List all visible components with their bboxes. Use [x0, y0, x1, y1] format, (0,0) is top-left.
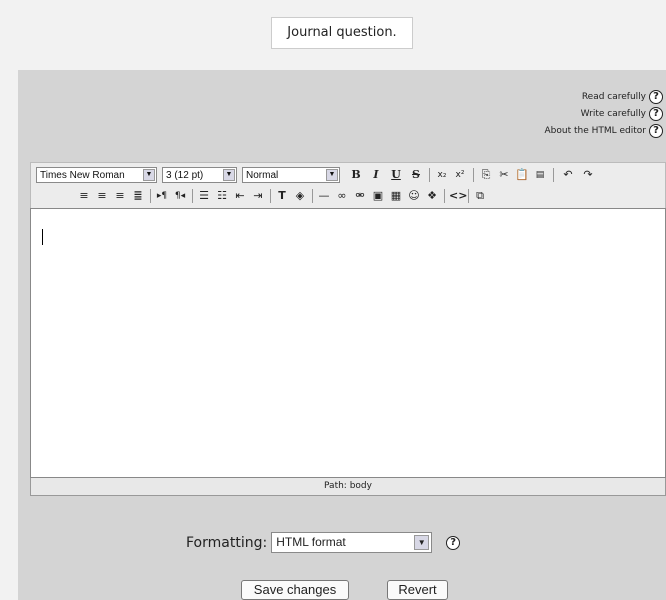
help-links: Read carefully? Write carefully? About t… [545, 88, 663, 139]
image-icon[interactable]: ▣ [371, 188, 385, 204]
copy-icon[interactable]: ⎘ [479, 167, 493, 183]
toolbar-separator [429, 168, 430, 182]
help-link-read[interactable]: Read carefully [582, 92, 646, 102]
toolbar-separator [312, 189, 313, 203]
outdent-icon[interactable]: ⇤ [233, 188, 247, 204]
formatting-label: Formatting: [186, 534, 268, 551]
text-caret [42, 229, 43, 245]
font-family-select[interactable]: Times New Roman ▼ [36, 167, 157, 183]
path-bar: Path: body [30, 478, 666, 496]
special-char-icon[interactable]: ❖ [425, 188, 439, 204]
html-source-icon[interactable]: <> [449, 188, 467, 204]
link-icon[interactable]: ∞ [335, 188, 349, 204]
toolbar-separator [468, 189, 469, 203]
smiley-icon[interactable]: ☺ [407, 188, 421, 204]
editor-panel: Read carefully? Write carefully? About t… [18, 70, 666, 600]
block-format-select[interactable]: Normal ▼ [242, 167, 340, 183]
formatting-row: Formatting: HTML format ▼ ? [186, 532, 461, 553]
help-link-write[interactable]: Write carefully [581, 109, 646, 119]
html-editor: Times New Roman ▼ 3 (12 pt) ▼ Normal ▼ B I … [30, 162, 666, 512]
unordered-list-icon[interactable]: ☷ [215, 188, 229, 204]
font-size-select[interactable]: 3 (12 pt) ▼ [162, 167, 237, 183]
rtl-icon[interactable]: ¶◂ [173, 188, 187, 204]
help-icon[interactable]: ? [649, 106, 663, 121]
formatting-value: HTML format [276, 535, 346, 549]
toolbar-separator [473, 168, 474, 182]
paste-word-icon[interactable]: ▤ [533, 167, 547, 183]
revert-button[interactable]: Revert [387, 580, 448, 600]
help-icon[interactable]: ? [649, 123, 663, 138]
subscript-icon[interactable]: x₂ [435, 167, 449, 183]
underline-icon[interactable]: U [389, 167, 403, 183]
fullscreen-icon[interactable]: ⧉ [473, 188, 487, 204]
unlink-icon[interactable]: ⚮ [353, 188, 367, 204]
toolbar-separator [192, 189, 193, 203]
save-changes-button[interactable]: Save changes [241, 580, 349, 600]
toolbar-separator [553, 168, 554, 182]
justify-icon[interactable]: ≣ [131, 188, 145, 204]
undo-icon[interactable]: ↶ [561, 167, 575, 183]
toolbar-separator [270, 189, 271, 203]
chevron-down-icon: ▼ [143, 169, 155, 181]
italic-icon[interactable]: I [369, 167, 383, 183]
toolbar-separator [444, 189, 445, 203]
chevron-down-icon: ▼ [414, 535, 430, 550]
help-link-html-editor[interactable]: About the HTML editor [545, 126, 647, 136]
help-icon[interactable]: ? [446, 535, 461, 550]
horizontal-rule-icon[interactable]: — [317, 188, 331, 204]
help-icon[interactable]: ? [649, 89, 663, 104]
formatting-select[interactable]: HTML format ▼ [271, 532, 433, 553]
cut-icon[interactable]: ✂ [497, 167, 511, 183]
superscript-icon[interactable]: x² [453, 167, 467, 183]
chevron-down-icon: ▼ [326, 169, 338, 181]
editor-content-area[interactable] [30, 208, 666, 478]
chevron-down-icon: ▼ [223, 169, 235, 181]
editor-toolbar: Times New Roman ▼ 3 (12 pt) ▼ Normal ▼ B I … [30, 162, 666, 208]
ordered-list-icon[interactable]: ☰ [197, 188, 211, 204]
font-size-value: 3 (12 pt) [166, 170, 204, 181]
toolbar-separator [150, 189, 151, 203]
paste-icon[interactable]: 📋 [515, 167, 529, 183]
align-left-icon[interactable]: ≡ [77, 188, 91, 204]
redo-icon[interactable]: ↷ [581, 167, 595, 183]
ltr-icon[interactable]: ▸¶ [155, 188, 169, 204]
bg-color-icon[interactable]: ◈ [293, 188, 307, 204]
table-icon[interactable]: ▦ [389, 188, 403, 204]
text-color-icon[interactable]: T [275, 188, 289, 204]
indent-icon[interactable]: ⇥ [251, 188, 265, 204]
block-format-value: Normal [246, 170, 279, 181]
bold-icon[interactable]: B [349, 167, 363, 183]
strikethrough-icon[interactable]: S [409, 167, 423, 183]
align-center-icon[interactable]: ≡ [95, 188, 109, 204]
font-family-value: Times New Roman [40, 170, 125, 181]
question-box: Journal question. [271, 17, 413, 49]
align-right-icon[interactable]: ≡ [113, 188, 127, 204]
